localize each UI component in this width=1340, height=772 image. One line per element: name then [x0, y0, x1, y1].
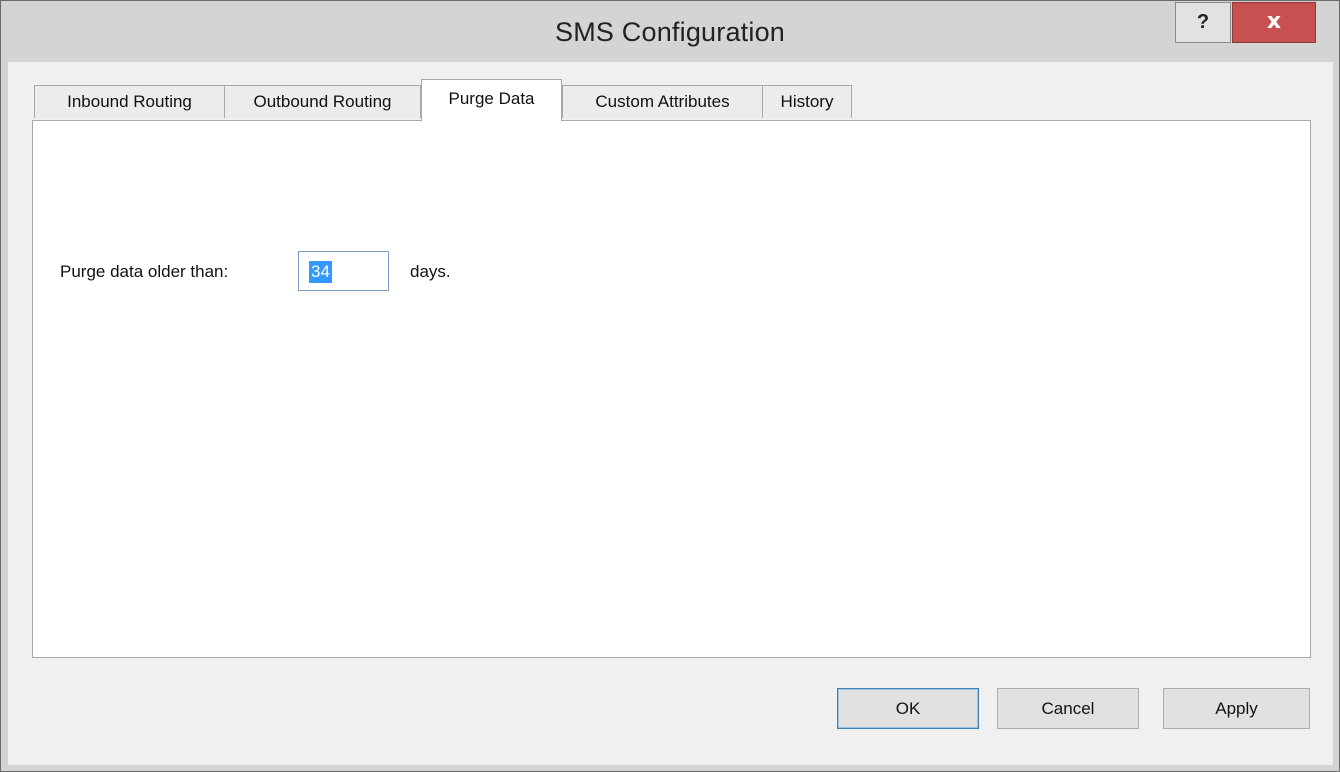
tab-inbound-routing[interactable]: Inbound Routing [34, 85, 225, 118]
purge-days-value: 34 [309, 261, 332, 283]
dialog-body: Inbound Routing Outbound Routing Purge D… [8, 62, 1333, 765]
help-button[interactable]: ? [1175, 2, 1231, 43]
tab-history[interactable]: History [762, 85, 852, 118]
purge-days-input[interactable]: 34 [298, 251, 389, 291]
cancel-button[interactable]: Cancel [997, 688, 1139, 729]
tab-custom-attributes[interactable]: Custom Attributes [562, 85, 763, 118]
apply-button[interactable]: Apply [1163, 688, 1310, 729]
window-title: SMS Configuration [554, 17, 785, 47]
ok-button[interactable]: OK [837, 688, 979, 729]
title-bar[interactable]: SMS Configuration ? x [1, 1, 1339, 61]
tab-outbound-routing[interactable]: Outbound Routing [224, 85, 421, 118]
days-unit-label: days. [410, 262, 451, 281]
close-button[interactable]: x [1232, 2, 1316, 43]
purge-data-label: Purge data older than: [60, 262, 229, 281]
tab-purge-data[interactable]: Purge Data [421, 79, 562, 121]
sms-configuration-dialog: SMS Configuration ? x Inbound Routing Ou… [0, 0, 1340, 772]
purge-data-panel: Purge data older than: 34 days. [32, 120, 1311, 658]
